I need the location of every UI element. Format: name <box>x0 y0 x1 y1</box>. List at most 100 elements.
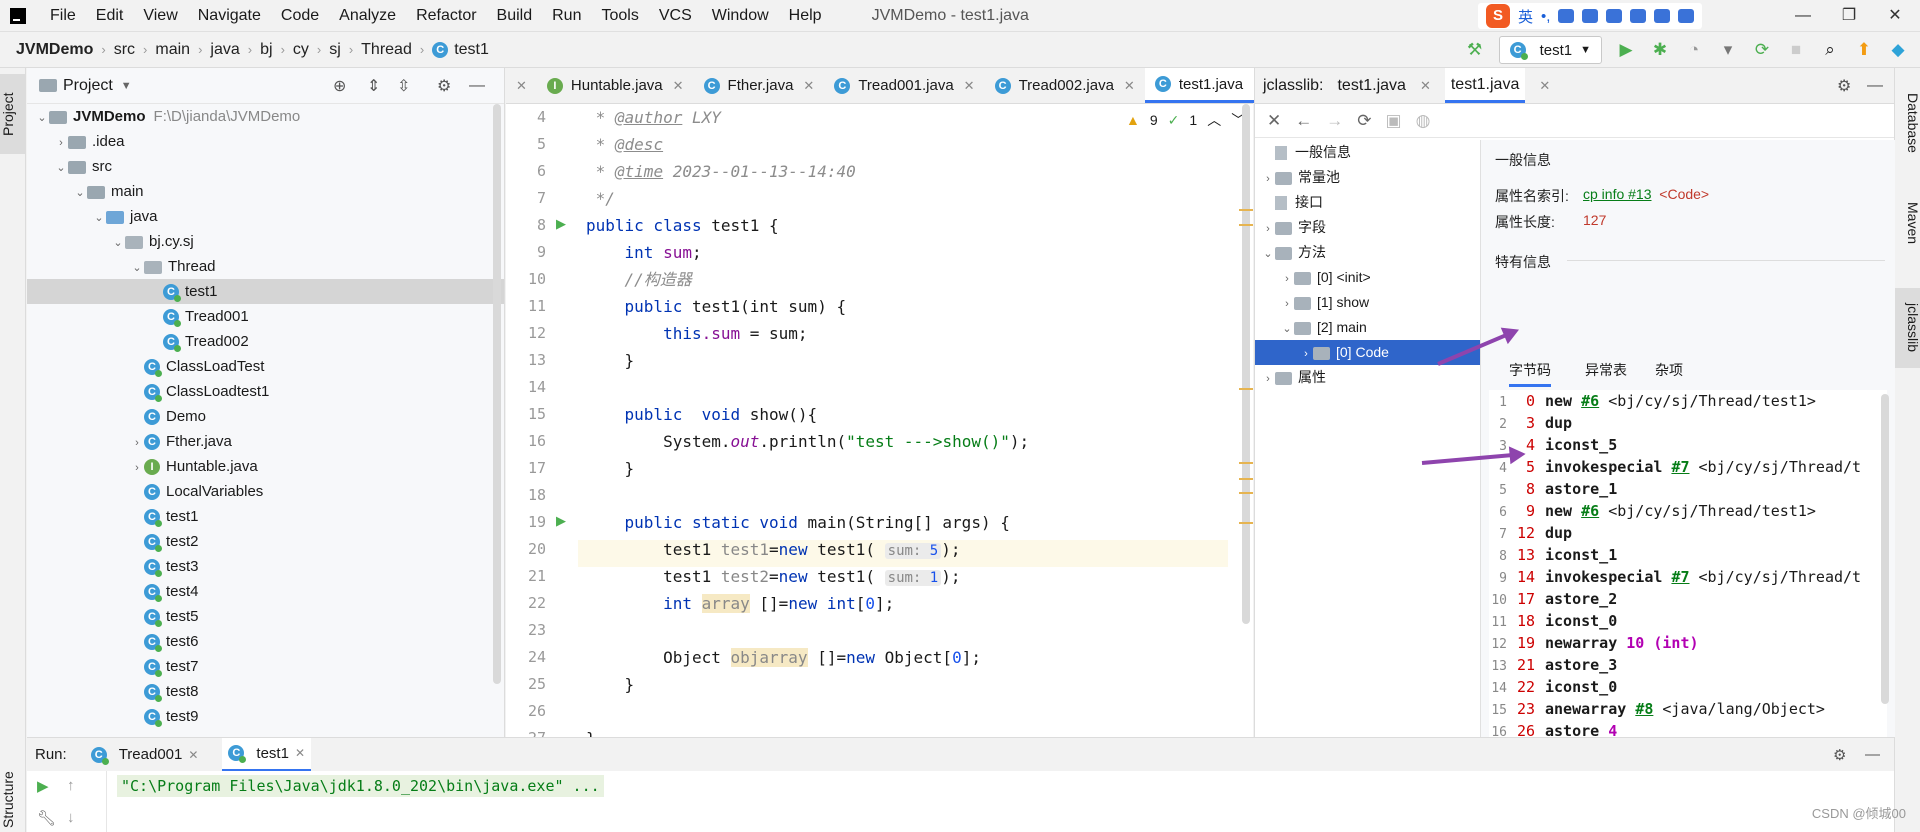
run-icon[interactable]: ▶ <box>1616 40 1636 60</box>
chevron-down-icon[interactable]: ⌄ <box>111 231 125 256</box>
profile-icon[interactable]: ▾ <box>1718 40 1738 60</box>
breadcrumb-item[interactable]: main <box>155 41 190 59</box>
warning-marker[interactable] <box>1239 462 1253 464</box>
tree-item[interactable]: Ctest1 <box>27 279 504 304</box>
close-icon[interactable]: ✕ <box>803 78 814 94</box>
code-area[interactable]: * @author LXY * @desc * @time 2023--01--… <box>578 104 1238 737</box>
warning-marker[interactable] <box>1239 478 1253 480</box>
tree-item[interactable]: Ctest4 <box>27 579 504 604</box>
database-tool-tab[interactable]: Database <box>1895 78 1920 168</box>
expand-all-icon[interactable]: ⇕ <box>367 76 380 96</box>
tree-item[interactable]: C Tread002 <box>27 329 504 354</box>
refresh-icon[interactable]: ⟳ <box>1357 111 1371 131</box>
breadcrumb-item[interactable]: sj <box>329 41 341 59</box>
jclasslib-tree-item[interactable]: › [0] <init> <box>1255 265 1480 290</box>
gear-icon[interactable]: ⚙ <box>1837 76 1851 96</box>
breadcrumb-item[interactable]: cy <box>293 41 309 59</box>
tree-item[interactable]: Ctest6 <box>27 629 504 654</box>
close-icon[interactable]: ✕ <box>964 78 975 94</box>
tree-item[interactable]: Ctest9 <box>27 704 504 729</box>
maven-tool-tab[interactable]: Maven <box>1895 183 1920 263</box>
subtab-bytecode[interactable]: 字节码 <box>1509 360 1551 387</box>
tree-item[interactable]: Ctest1 <box>27 504 504 529</box>
sogou-ime-icon[interactable]: S <box>1486 4 1510 28</box>
bytecode-ref-link[interactable]: #7 <box>1671 458 1689 476</box>
bytecode-ref-link[interactable]: #8 <box>1635 700 1653 718</box>
chevron-down-icon[interactable]: ⌄ <box>92 206 106 231</box>
jclasslib-tree-item[interactable]: 接口 <box>1255 190 1480 215</box>
ime-grid-icon[interactable] <box>1678 9 1695 23</box>
chevron-down-icon[interactable]: ⌄ <box>73 181 87 206</box>
close-icon[interactable]: ✕ <box>1539 78 1550 94</box>
run-tab-test1[interactable]: C test1 ✕ <box>222 737 311 772</box>
jclasslib-tree-item[interactable]: › 字段 <box>1255 215 1480 240</box>
menu-item-build[interactable]: Build <box>487 0 543 32</box>
gear-icon[interactable]: ⚙ <box>1833 746 1846 764</box>
ime-toolbar[interactable]: S 英 •, <box>1478 3 1703 29</box>
warning-marker[interactable] <box>1239 209 1253 211</box>
bytecode-vscroll[interactable] <box>1881 394 1889 704</box>
warning-marker[interactable] <box>1239 388 1253 390</box>
run-gutter-icon[interactable]: ▶ <box>556 216 566 232</box>
ime-lang[interactable]: 英 <box>1518 6 1533 27</box>
locate-icon[interactable]: ⊕ <box>333 76 346 96</box>
tree-item[interactable]: Ctest5 <box>27 604 504 629</box>
chevron-right-icon[interactable]: › <box>1280 267 1294 292</box>
tree-item[interactable]: Ctest7 <box>27 654 504 679</box>
chevron-right-icon[interactable]: › <box>1280 292 1294 317</box>
chevron-down-icon[interactable]: ⌄ <box>130 256 144 281</box>
stop-icon[interactable]: ■ <box>1786 40 1806 60</box>
editor-tab[interactable]: I Huntable.java ✕ <box>537 68 694 103</box>
ime-mic-icon[interactable] <box>1582 9 1599 23</box>
menu-item-file[interactable]: File <box>40 0 86 32</box>
editor-scroll-thumb[interactable] <box>1242 104 1250 624</box>
hide-icon[interactable]: — <box>469 77 485 95</box>
jclasslib-tree-item[interactable]: › 属性 <box>1255 365 1480 390</box>
chevron-right-icon[interactable]: › <box>54 131 68 156</box>
menu-item-view[interactable]: View <box>133 0 187 32</box>
close-icon[interactable]: ✕ <box>673 78 684 94</box>
bytecode-ref-link[interactable]: #7 <box>1671 568 1689 586</box>
coverage-icon[interactable]: ◔ <box>1684 40 1704 60</box>
chevron-down-icon[interactable]: ⌄ <box>1280 317 1294 342</box>
menu-item-tools[interactable]: Tools <box>591 0 648 32</box>
tabs-close-icon[interactable]: ✕ <box>506 68 537 103</box>
tree-item[interactable]: › C Fther.java <box>27 429 504 454</box>
run-console[interactable]: ▶ ↑ 🔧︎ ↓ "C:\Program Files\Java\jdk1.8.0… <box>27 771 1894 832</box>
chevron-down-icon[interactable]: ⌄ <box>35 106 49 131</box>
minimize-button[interactable]: — <box>1780 0 1826 32</box>
close-icon[interactable]: ✕ <box>188 748 198 762</box>
structure-tool-tab[interactable]: Structure <box>0 768 26 832</box>
scroll-up-icon[interactable]: ↑ <box>67 777 75 794</box>
close-icon[interactable]: ✕ <box>295 746 305 760</box>
chevron-down-icon[interactable]: ▼ <box>121 80 132 92</box>
scroll-down-icon[interactable]: ↓ <box>67 809 75 826</box>
breadcrumb-item[interactable]: java <box>210 41 239 59</box>
menu-item-analyze[interactable]: Analyze <box>329 0 406 32</box>
run-gutter-icon[interactable]: ▶ <box>556 513 566 529</box>
chevron-right-icon[interactable]: › <box>1299 342 1313 367</box>
save-icon[interactable]: ▣ <box>1386 111 1402 131</box>
bytecode-listing[interactable]: 1 0 new #6 <bj/cy/sj/Thread/test1> 2 3 dup 3 4 i… <box>1489 390 1887 790</box>
chevron-right-icon[interactable]: › <box>130 431 144 456</box>
tree-scrollbar[interactable] <box>493 104 501 684</box>
chevron-right-icon[interactable]: › <box>1261 167 1275 192</box>
chevron-right-icon[interactable]: › <box>1261 367 1275 392</box>
tree-item[interactable]: C Tread001 <box>27 304 504 329</box>
bytecode-ref-link[interactable]: #6 <box>1581 392 1599 410</box>
tree-item[interactable]: ⌄ bj.cy.sj <box>27 229 504 254</box>
tree-item[interactable]: Ctest8 <box>27 679 504 704</box>
chevron-right-icon[interactable]: › <box>1261 217 1275 242</box>
tree-item[interactable]: ⌄ JVMDemo F:\D\jianda\JVMDemo <box>27 104 504 129</box>
jclasslib-tree-item[interactable]: › 常量池 <box>1255 165 1480 190</box>
warning-marker[interactable] <box>1239 224 1253 226</box>
close-icon[interactable]: ✕ <box>1124 78 1135 94</box>
close-window-button[interactable]: ✕ <box>1872 0 1918 32</box>
ime-shirt-icon[interactable] <box>1654 9 1671 23</box>
jclasslib-tree-item[interactable]: 一般信息 <box>1255 140 1480 165</box>
wrench-icon[interactable]: 🔧︎ <box>37 809 56 827</box>
debug-icon[interactable]: ✱ <box>1650 40 1670 60</box>
jclasslib-tab-active[interactable]: test1.java <box>1444 68 1526 103</box>
browser-icon[interactable]: ◍ <box>1416 111 1431 131</box>
inspection-widget[interactable]: ▲ 9 ✓ 1 ︿ ﹀ <box>1126 110 1245 130</box>
